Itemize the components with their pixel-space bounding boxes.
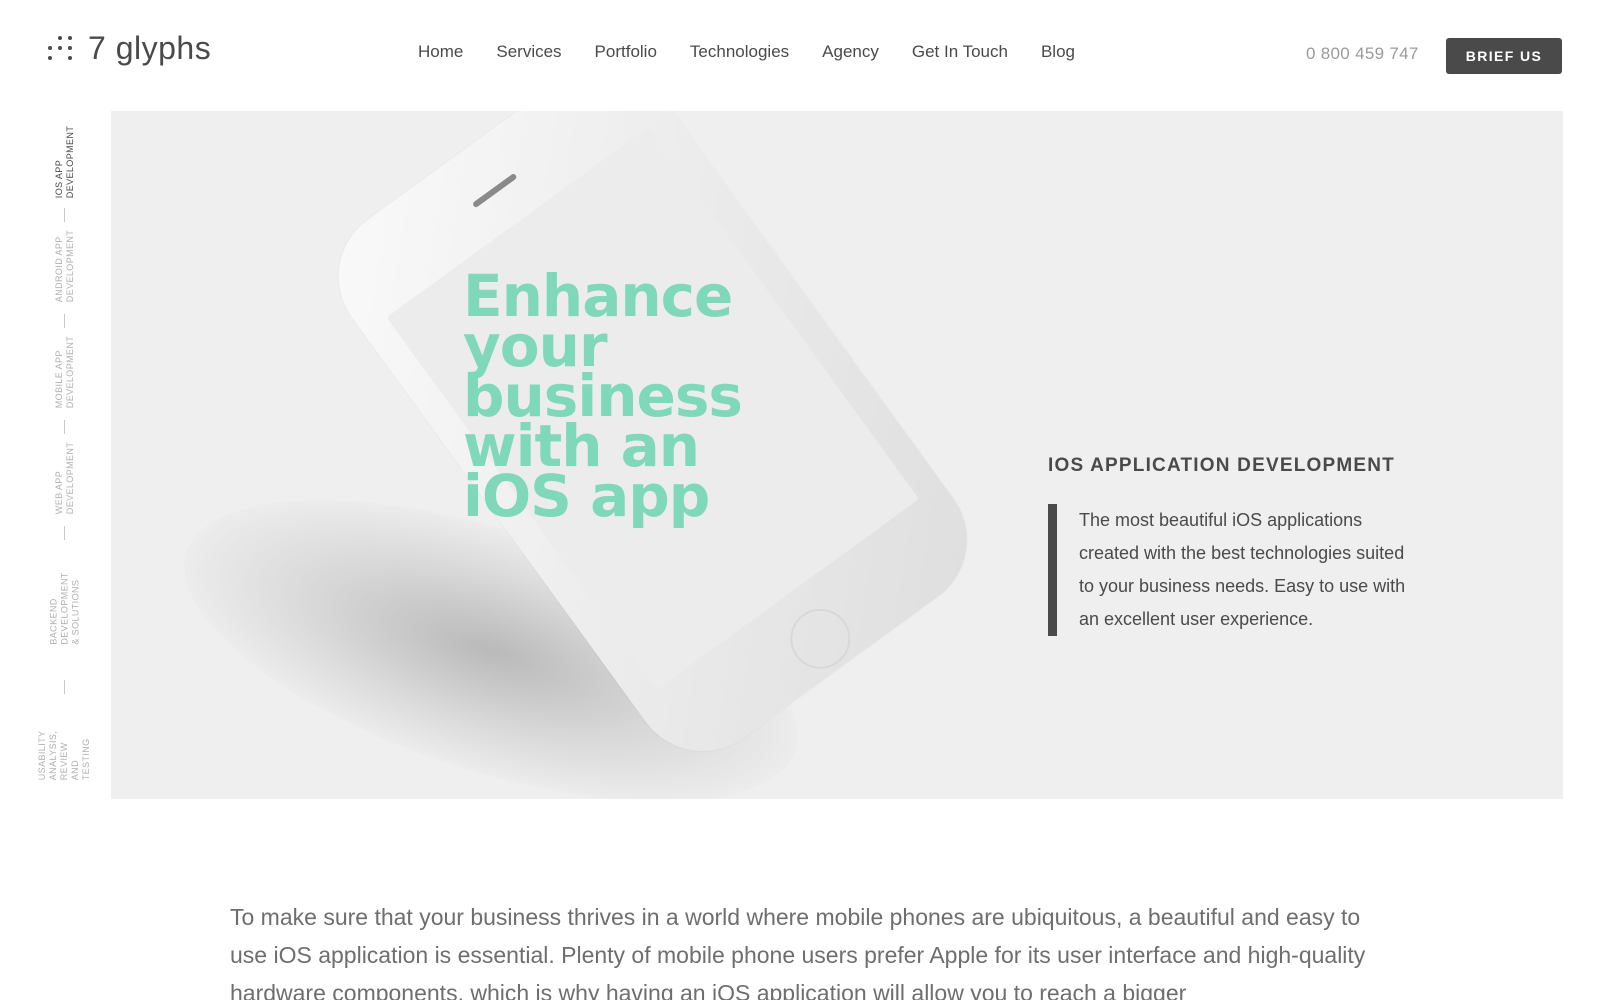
nav-agency[interactable]: Agency (822, 42, 879, 62)
nav-home[interactable]: Home (418, 42, 463, 62)
logo-text: 7 glyphs (88, 30, 212, 66)
hero-headline: Enhance your business with an iOS app (463, 262, 743, 530)
phone-number-link[interactable]: 0 800 459 747 (1306, 44, 1419, 64)
sidenav-item-usability[interactable]: USABILITY ANALYSIS, REVIEW AND TESTING (38, 700, 92, 810)
logo[interactable]: 7 glyphs (48, 30, 211, 67)
sidenav-divider (64, 526, 65, 540)
phone-home-button (778, 596, 863, 681)
sidenav-item-backend[interactable]: BACKEND DEVELOPMENT & SOLUTIONS (48, 546, 82, 670)
site-header: 7 glyphs Home Services Portfolio Technol… (0, 0, 1600, 110)
nav-services[interactable]: Services (496, 42, 561, 62)
sidenav-label: WEB APP DEVELOPMENT (54, 441, 75, 515)
sidenav-label: iOS APP DEVELOPMENT (54, 125, 75, 199)
nav-portfolio[interactable]: Portfolio (595, 42, 657, 62)
sidenav-label: USABILITY ANALYSIS, REVIEW AND TESTING (37, 730, 92, 780)
sidenav-item-ios[interactable]: iOS APP DEVELOPMENT (48, 124, 82, 200)
logo-dots-icon (48, 35, 74, 62)
sidenav-item-web[interactable]: WEB APP DEVELOPMENT (48, 440, 82, 516)
service-description: The most beautiful iOS applications crea… (1079, 510, 1406, 629)
hero-section: Enhance your business with an iOS app IO… (111, 111, 1563, 799)
intro-paragraph: To make sure that your business thrives … (230, 904, 1366, 1000)
main-nav: Home Services Portfolio Technologies Age… (418, 42, 1108, 62)
nav-blog[interactable]: Blog (1041, 42, 1075, 62)
nav-technologies[interactable]: Technologies (690, 42, 789, 62)
sidenav-label: ANDROID APP DEVELOPMENT (54, 229, 76, 303)
sidenav-item-mobile[interactable]: MOBILE APP DEVELOPMENT (48, 334, 82, 410)
sidenav-divider (64, 420, 65, 434)
sidenav-divider (64, 680, 65, 694)
brief-us-button[interactable]: BRIEF US (1446, 38, 1562, 74)
sidenav-item-android[interactable]: ANDROID APP DEVELOPMENT (48, 228, 82, 304)
nav-get-in-touch[interactable]: Get In Touch (912, 42, 1008, 62)
sidenav-divider (64, 314, 65, 328)
sidenav-label: MOBILE APP DEVELOPMENT (54, 335, 76, 409)
service-description-block: The most beautiful iOS applications crea… (1048, 504, 1408, 636)
sidenav-label: BACKEND DEVELOPMENT & SOLUTIONS (48, 571, 81, 645)
service-title: IOS APPLICATION DEVELOPMENT (1048, 455, 1395, 476)
phone-speaker (471, 172, 518, 209)
sidenav-divider (64, 208, 65, 222)
